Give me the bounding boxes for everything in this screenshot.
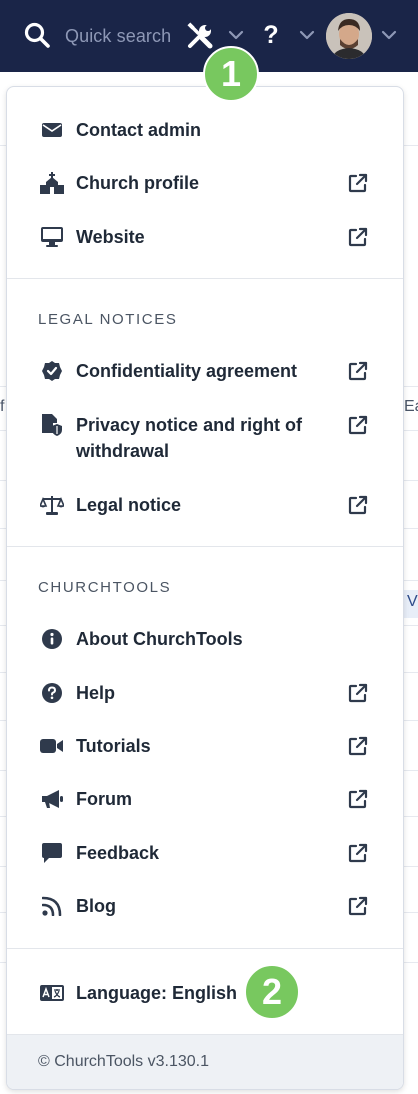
menu-item-tutorials[interactable]: Tutorials — [7, 733, 403, 759]
menu-item-church-profile[interactable]: Church profile — [7, 170, 403, 196]
avatar[interactable] — [326, 13, 372, 59]
menu-item-label: Help — [76, 683, 116, 703]
menu-divider — [7, 948, 403, 949]
external-link-icon — [347, 360, 369, 382]
tools-icon[interactable] — [184, 20, 216, 52]
external-link-icon — [347, 842, 369, 864]
quick-search-input[interactable]: Quick search — [65, 22, 171, 50]
version-footer: © ChurchTools v3.130.1 — [7, 1034, 403, 1089]
admin-dropdown-menu: Contact admin Church profile Website LEG… — [6, 86, 404, 1090]
search-icon[interactable] — [22, 20, 52, 50]
info-icon — [40, 627, 64, 651]
menu-item-label: Language: English — [76, 983, 238, 1003]
annotation-badge-1: 1 — [203, 46, 259, 102]
external-link-icon — [347, 682, 369, 704]
external-link-icon — [347, 226, 369, 248]
external-link-icon — [347, 414, 369, 436]
file-shield-icon — [40, 413, 64, 437]
menu-item-help[interactable]: Help — [7, 680, 403, 706]
menu-item-label: Forum — [76, 789, 132, 809]
language-icon — [40, 981, 64, 1005]
menu-divider — [7, 546, 403, 547]
chevron-down-icon[interactable] — [378, 24, 400, 46]
chevron-down-icon[interactable] — [296, 24, 318, 46]
menu-item-label: Feedback — [76, 843, 160, 863]
section-heading-churchtools: CHURCHTOOLS — [38, 579, 172, 596]
scale-icon — [40, 493, 64, 517]
menu-item-label: Confidentiality agreement — [76, 361, 298, 381]
envelope-icon — [40, 118, 64, 142]
chevron-down-icon[interactable] — [225, 24, 247, 46]
video-icon — [40, 734, 64, 758]
background-text: f — [0, 398, 5, 415]
comment-icon — [40, 841, 64, 865]
external-link-icon — [347, 788, 369, 810]
menu-item-confidentiality[interactable]: Confidentiality agreement — [7, 358, 403, 384]
question-circle-icon — [40, 681, 64, 705]
menu-item-label: Blog — [76, 896, 116, 916]
menu-item-language[interactable]: Language: English — [7, 980, 403, 1006]
megaphone-icon — [40, 787, 64, 811]
external-link-icon — [347, 895, 369, 917]
menu-item-contact-admin[interactable]: Contact admin — [7, 117, 403, 143]
menu-item-label: Contact admin — [76, 120, 202, 140]
menu-item-label: About ChurchTools — [76, 629, 243, 649]
menu-divider — [7, 278, 403, 279]
background-tag: V — [404, 590, 418, 618]
menu-item-legal-notice[interactable]: Legal notice — [7, 492, 403, 518]
menu-item-label: Website — [76, 227, 145, 247]
section-heading-legal: LEGAL NOTICES — [38, 311, 178, 328]
menu-item-label: Church profile — [76, 173, 200, 193]
external-link-icon — [347, 172, 369, 194]
monitor-icon — [40, 225, 64, 249]
menu-item-feedback[interactable]: Feedback — [7, 840, 403, 866]
menu-item-website[interactable]: Website — [7, 224, 403, 250]
annotation-badge-2: 2 — [244, 964, 300, 1020]
external-link-icon — [347, 494, 369, 516]
menu-item-label: Privacy notice and right of withdrawal — [76, 415, 303, 461]
version-text: © ChurchTools v3.130.1 — [38, 1053, 209, 1070]
rss-icon — [40, 894, 64, 918]
menu-item-about[interactable]: About ChurchTools — [7, 626, 403, 652]
background-text: Ea — [404, 398, 418, 415]
menu-item-label: Legal notice — [76, 495, 182, 515]
menu-item-privacy-notice[interactable]: Privacy notice and right of withdrawal — [7, 412, 403, 464]
external-link-icon — [347, 735, 369, 757]
menu-item-blog[interactable]: Blog — [7, 893, 403, 919]
menu-item-label: Tutorials — [76, 736, 151, 756]
menu-item-forum[interactable]: Forum — [7, 786, 403, 812]
badge-check-icon — [40, 359, 64, 383]
church-icon — [40, 171, 64, 195]
help-button[interactable]: ? — [258, 18, 284, 52]
